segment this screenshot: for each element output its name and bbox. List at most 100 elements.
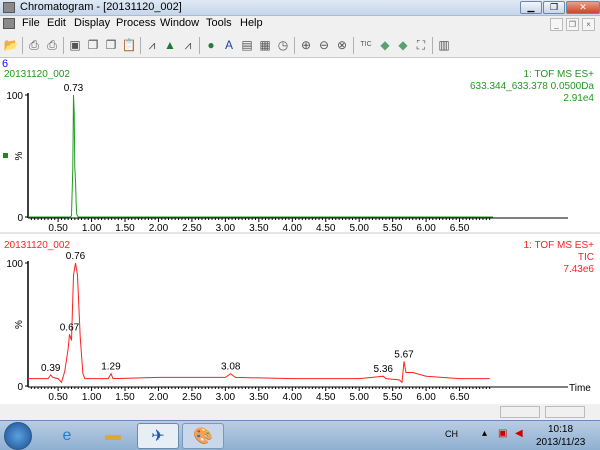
fit-icon[interactable]: ⛶: [413, 37, 429, 53]
open-icon[interactable]: 📂: [3, 37, 19, 53]
menu-edit[interactable]: Edit: [45, 17, 68, 29]
language-indicator[interactable]: CH: [445, 429, 458, 439]
mdi-restore-button[interactable]: ❐: [566, 18, 579, 31]
mdi-minimize-button[interactable]: _: [550, 18, 563, 31]
toolbar-separator: [63, 37, 64, 54]
x-tick-label: 4.00: [283, 223, 303, 234]
trace-description: TIC: [578, 252, 594, 263]
x-tick-label: 4.00: [283, 392, 303, 403]
integrate-icon[interactable]: ⩘: [180, 37, 196, 53]
menu-help[interactable]: Help: [238, 17, 265, 29]
globe-icon[interactable]: ●: [203, 37, 219, 53]
x-tick-label: 2.00: [149, 392, 169, 403]
peak-label: 5.36: [374, 364, 394, 375]
app-icon: [3, 2, 15, 13]
y-tick-label: 100: [6, 91, 23, 102]
clock-date[interactable]: 2013/11/23: [536, 437, 585, 448]
x-tick-label: 4.50: [316, 392, 336, 403]
zoom-in-icon[interactable]: ⊕: [298, 37, 314, 53]
menu-process[interactable]: Process: [114, 17, 158, 29]
document-icon: [3, 18, 15, 29]
masslynx-task-icon[interactable]: ✈: [137, 423, 179, 449]
list-icon[interactable]: ▦: [257, 37, 273, 53]
x-tick-label: 2.50: [182, 392, 202, 403]
x-tick-label: 3.00: [216, 392, 236, 403]
start-button[interactable]: [4, 422, 32, 450]
trace-description: 633.344_633.378 0.0500Da: [470, 81, 594, 92]
y-tick-label: 0: [17, 213, 23, 224]
menu-tools[interactable]: Tools: [204, 17, 234, 29]
menu-file[interactable]: File: [20, 17, 42, 29]
x-tick-label: 1.00: [82, 223, 102, 234]
peak-label: 1.29: [101, 362, 121, 373]
title-bar: Chromatogram - [20131120_002] ▁ ❐ ✕: [0, 0, 600, 16]
show-hidden-icons[interactable]: ▴: [482, 428, 487, 439]
zoom-out-icon[interactable]: ⊖: [316, 37, 332, 53]
combine-icon[interactable]: ▤: [239, 37, 255, 53]
copy-list-icon[interactable]: ❐: [103, 37, 119, 53]
y-tick-label: 0: [17, 382, 23, 393]
timer-icon[interactable]: ◷: [275, 37, 291, 53]
y-tick-label: 100: [6, 259, 23, 270]
x-tick-label: 0.50: [48, 392, 68, 403]
trace-description: 7.43e6: [563, 264, 594, 275]
paint-icon[interactable]: 🎨: [182, 423, 224, 449]
x-tick-label: 6.00: [416, 223, 436, 234]
trace-description: 1: TOF MS ES+: [524, 69, 595, 80]
x-tick-label: 5.00: [349, 223, 369, 234]
settings-icon[interactable]: ▥: [436, 37, 452, 53]
print-preview-icon[interactable]: ⎙: [44, 37, 60, 53]
trace-line: [28, 94, 493, 218]
menu-display[interactable]: Display: [72, 17, 112, 29]
toolbar-separator: [432, 37, 433, 54]
text-icon[interactable]: A: [221, 37, 237, 53]
status-pane-1: [500, 406, 540, 418]
internet-explorer-icon[interactable]: e: [46, 423, 88, 449]
x-tick-label: 1.50: [115, 223, 135, 234]
menu-bar: File Edit Display Process Window Tools H…: [0, 16, 600, 33]
sample-name: 20131120_002: [4, 240, 70, 251]
x-tick-label: 5.00: [349, 392, 369, 403]
close-button[interactable]: ✕: [566, 1, 600, 14]
paste-icon[interactable]: 📋: [121, 37, 137, 53]
minimize-button[interactable]: ▁: [520, 1, 542, 14]
folder-icon[interactable]: ▬: [92, 423, 134, 449]
trace-description: 2.91e4: [563, 93, 594, 104]
x-tick-label: 3.50: [249, 223, 269, 234]
x-tick-label: 2.00: [149, 223, 169, 234]
menu-window[interactable]: Window: [158, 17, 201, 29]
network-icon[interactable]: ▣: [498, 428, 507, 439]
clock-time[interactable]: 10:18: [548, 424, 573, 435]
chromatogram-icon[interactable]: ⩘: [144, 37, 160, 53]
peak-label: 0.67: [60, 322, 80, 333]
x-tick-label: 6.00: [416, 392, 436, 403]
x-tick-label: 5.50: [383, 392, 403, 403]
trace-description: 1: TOF MS ES+: [524, 240, 595, 251]
peak-label: 0.76: [66, 251, 86, 262]
forward-icon[interactable]: ◆: [395, 37, 411, 53]
toolbar-separator: [294, 37, 295, 54]
print-icon[interactable]: ⎙: [26, 37, 42, 53]
back-icon[interactable]: ◆: [377, 37, 393, 53]
y-axis-label: %: [14, 151, 25, 160]
x-tick-label: 4.50: [316, 223, 336, 234]
sample-name: 20131120_002: [4, 69, 70, 80]
x-tick-label: 1.00: [82, 392, 102, 403]
mdi-close-button[interactable]: ×: [582, 18, 595, 31]
toolbar: 📂 ⎙ ⎙ ▣ ❐ ❐ 📋 ⩘ ▲ ⩘ ● A ▤ ▦ ◷ ⊕ ⊖ ⊗ TIC ◆ ◆ ⛶ ▥: [0, 33, 600, 58]
peak-icon[interactable]: ▲: [162, 37, 178, 53]
x-tick-label: 1.50: [115, 392, 135, 403]
zoom-reset-icon[interactable]: ⊗: [334, 37, 350, 53]
volume-muted-icon[interactable]: ◀: [515, 428, 523, 439]
camera-icon[interactable]: ▣: [67, 37, 83, 53]
toolbar-separator: [22, 37, 23, 54]
copy-icon[interactable]: ❐: [85, 37, 101, 53]
peak-label: 0.39: [41, 363, 61, 374]
window-title: Chromatogram - [20131120_002]: [20, 1, 182, 13]
restore-button[interactable]: ❐: [543, 1, 565, 14]
peak-label: 0.73: [64, 83, 84, 94]
taskbar: e ▬ ✈ 🎨 CH ▴ ▣ ◀ 10:18 2013/11/23: [0, 420, 600, 450]
x-tick-label: 3.00: [216, 223, 236, 234]
chromatogram-area[interactable]: 6 20131120_002 1: TOF MS ES+ 633.344_633.3…: [0, 58, 600, 404]
tic-icon[interactable]: TIC: [357, 37, 375, 53]
